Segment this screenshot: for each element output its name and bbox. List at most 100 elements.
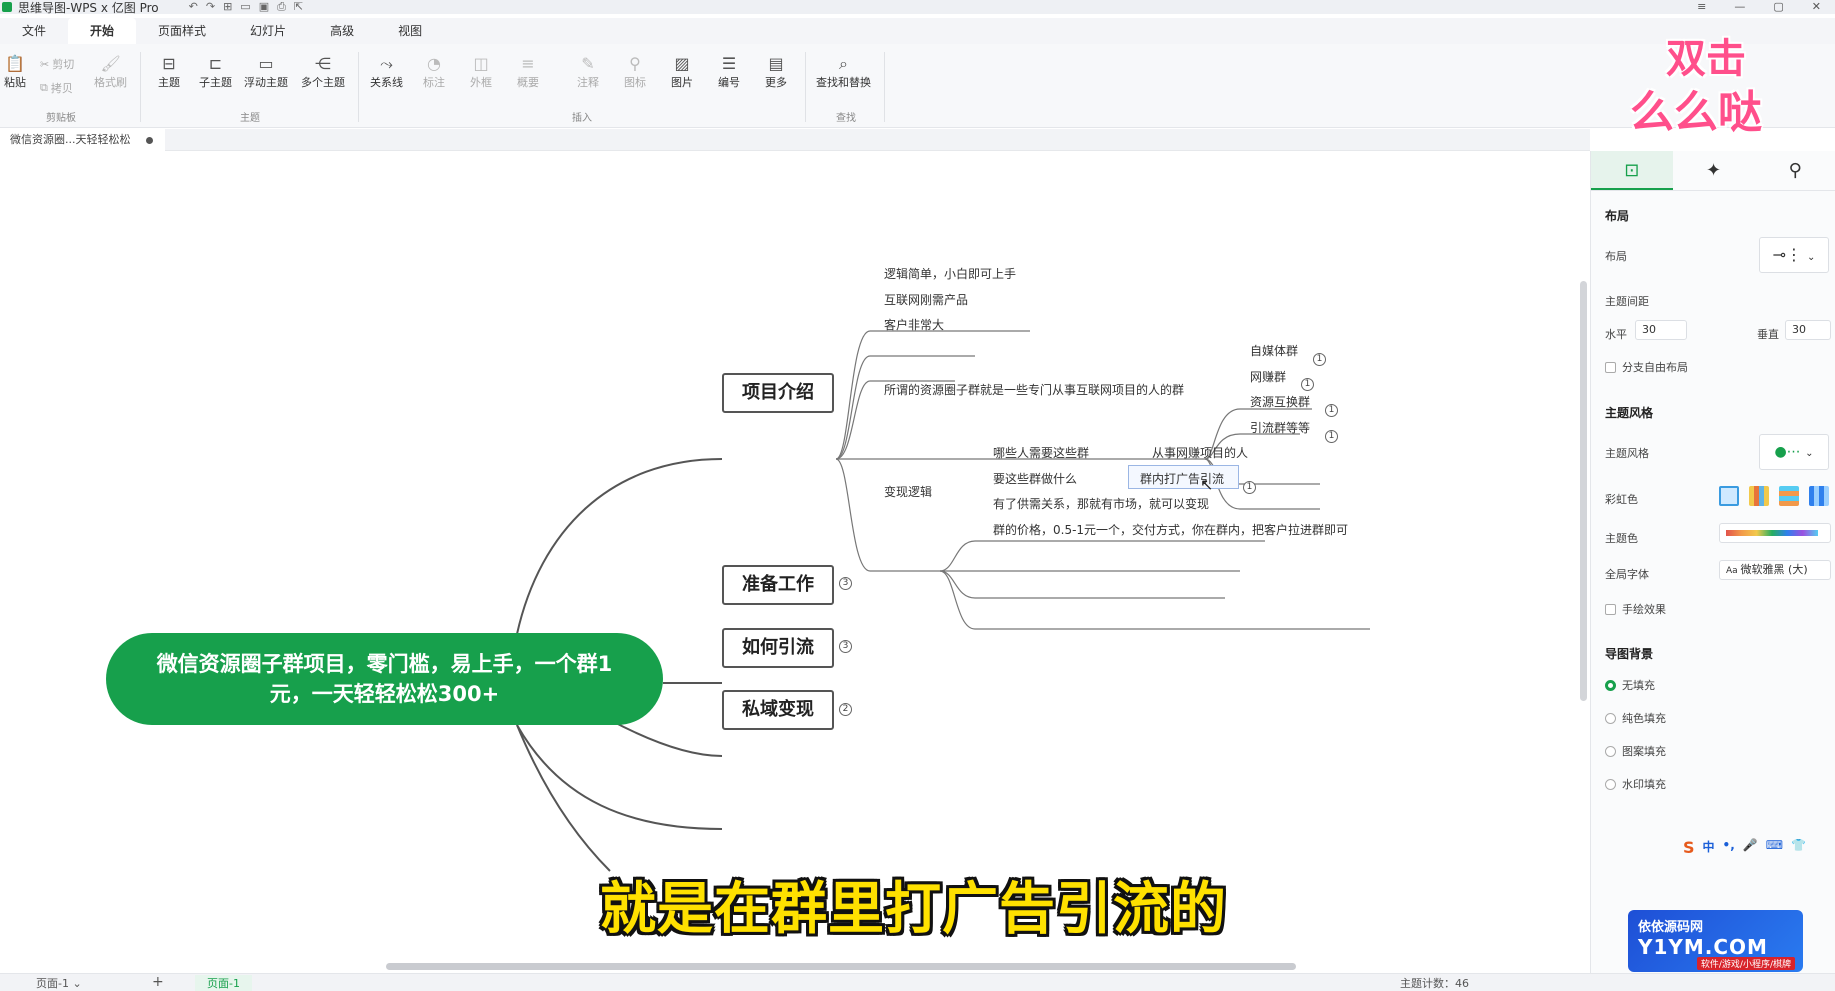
topic-traffic[interactable]: 如何引流: [722, 628, 834, 668]
horizontal-scrollbar[interactable]: [386, 963, 1296, 970]
subtopic-g3[interactable]: 资源互换群: [1250, 393, 1310, 410]
layout-select[interactable]: ⊸⋮ ⌄: [1759, 237, 1829, 273]
tab-slides[interactable]: 幻灯片: [228, 18, 308, 44]
more-button[interactable]: ▤ 更多: [765, 54, 787, 90]
subtopic-c3[interactable]: 客户非常大: [884, 316, 944, 333]
global-font-select[interactable]: Aa 微软雅黑 (大): [1719, 560, 1831, 580]
topic-prep[interactable]: 准备工作: [722, 565, 834, 605]
tab-home[interactable]: 开始: [68, 18, 137, 44]
mark-button[interactable]: ◔ 标注: [423, 54, 445, 90]
collapse-badge-traffic[interactable]: 3: [839, 640, 852, 653]
radio[interactable]: [1605, 712, 1616, 724]
subtopic-c4[interactable]: 所谓的资源圈子群就是一些专门从事互联网项目的人的群: [884, 381, 1184, 398]
open-icon[interactable]: ▭: [240, 0, 250, 14]
collapse-badge-g1[interactable]: 1: [1313, 353, 1326, 366]
cut-button[interactable]: ✂ 剪切: [40, 56, 74, 72]
menu-icon[interactable]: ≡: [1697, 0, 1706, 13]
tab-location-icon[interactable]: ⚲: [1754, 151, 1835, 190]
maximize-icon[interactable]: ▢: [1773, 0, 1783, 13]
subtopic-m1[interactable]: 哪些人需要这些群: [993, 444, 1089, 461]
ime-chinese-toggle[interactable]: 中: [1703, 838, 1715, 857]
print-icon[interactable]: ⎙: [277, 0, 286, 14]
document-tab[interactable]: 微信资源圈...天轻轻松松: [0, 129, 165, 151]
image-button[interactable]: ▨ 图片: [671, 54, 693, 90]
tab-advanced[interactable]: 高级: [308, 18, 376, 44]
relation-line-button[interactable]: ⤳ 关系线: [370, 54, 403, 90]
icon-button[interactable]: ⚲ 图标: [624, 54, 646, 90]
radio[interactable]: [1605, 745, 1616, 757]
central-topic[interactable]: 微信资源圈子群项目，零门槛，易上手，一个群1元，一天轻轻松松300+: [106, 633, 663, 725]
note-button[interactable]: ✎ 注释: [577, 54, 599, 90]
page-select[interactable]: 页面-1 ⌄: [30, 975, 125, 991]
redo-icon[interactable]: ↷: [206, 0, 215, 14]
theme-color-select[interactable]: [1719, 523, 1831, 543]
microphone-icon[interactable]: 🎤: [1743, 838, 1758, 857]
minimize-icon[interactable]: —: [1734, 0, 1745, 13]
new-icon[interactable]: ⊞: [223, 0, 232, 14]
tab-ai-sparkle-icon[interactable]: ✦: [1673, 151, 1755, 190]
skin-icon[interactable]: 👕: [1791, 838, 1806, 857]
bg-none-radio[interactable]: 无填充: [1605, 677, 1655, 693]
numbering-button[interactable]: ☰ 编号: [718, 54, 740, 90]
close-icon[interactable]: ✕: [1812, 0, 1821, 13]
save-icon[interactable]: ▣: [259, 0, 269, 14]
undo-icon[interactable]: ↶: [189, 0, 198, 14]
rainbow-swatch-3[interactable]: [1779, 486, 1799, 506]
tab-file[interactable]: 文件: [0, 18, 68, 44]
hand-drawn-checkbox[interactable]: 手绘效果: [1605, 601, 1666, 617]
topic-private[interactable]: 私域变现: [722, 690, 834, 730]
style-select[interactable]: ●⋯ ⌄: [1759, 434, 1829, 470]
subtopic-g4[interactable]: 引流群等等: [1250, 419, 1310, 436]
bg-watermark-radio[interactable]: 水印填充: [1605, 776, 1666, 792]
keyboard-icon[interactable]: ⌨: [1766, 838, 1783, 857]
tab-view[interactable]: 视图: [376, 18, 444, 44]
collapse-badge-private[interactable]: 2: [839, 703, 852, 716]
collapse-badge-m2a[interactable]: 1: [1243, 481, 1256, 494]
subtopic-c1[interactable]: 逻辑简单，小白即可上手: [884, 265, 1016, 282]
subtopic-m1a[interactable]: 从事网赚项目的人: [1152, 444, 1248, 461]
floating-topic-button[interactable]: ▭ 浮动主题: [244, 54, 288, 90]
copy-button[interactable]: ⧉ 拷贝: [40, 80, 73, 96]
horizontal-spacing-stepper[interactable]: 30: [1635, 320, 1687, 340]
vertical-scrollbar[interactable]: [1580, 281, 1587, 701]
free-layout-checkbox[interactable]: 分支自由布局: [1605, 359, 1688, 375]
paste-button[interactable]: 📋 粘贴: [4, 54, 26, 90]
subtopic-c2[interactable]: 互联网刚需产品: [884, 291, 968, 308]
collapse-badge-g2[interactable]: 1: [1301, 378, 1314, 391]
radio-selected[interactable]: [1605, 679, 1616, 691]
sogou-ime-icon[interactable]: S: [1683, 838, 1695, 857]
rainbow-swatch-4[interactable]: [1809, 486, 1829, 506]
topic-button[interactable]: ⊟ 主题: [158, 54, 180, 90]
bg-pattern-radio[interactable]: 图案填充: [1605, 743, 1666, 759]
collapse-badge-prep[interactable]: 3: [839, 577, 852, 590]
rainbow-swatch-1[interactable]: [1719, 486, 1739, 506]
topic-intro[interactable]: 项目介绍: [722, 373, 834, 413]
subtopic-button[interactable]: ⊏ 子主题: [199, 54, 232, 90]
tab-page-style[interactable]: 页面样式: [136, 18, 228, 44]
multiple-topics-button[interactable]: ⋲ 多个主题: [301, 54, 345, 90]
page-tab[interactable]: 页面-1: [195, 975, 252, 991]
add-page-icon[interactable]: +: [152, 974, 164, 990]
export-icon[interactable]: ⇱: [294, 0, 303, 14]
radio[interactable]: [1605, 778, 1616, 790]
checkbox[interactable]: [1605, 603, 1616, 615]
summary-button[interactable]: ≡ 概要: [517, 54, 539, 90]
subtopic-c5[interactable]: 变现逻辑: [884, 483, 932, 500]
bg-solid-radio[interactable]: 纯色填充: [1605, 710, 1666, 726]
mindmap-canvas[interactable]: 微信资源圈子群项目，零门槛，易上手，一个群1元，一天轻轻松松300+ 项目介绍 …: [0, 151, 1590, 973]
collapse-badge-g4[interactable]: 1: [1325, 430, 1338, 443]
boundary-button[interactable]: ◫ 外框: [470, 54, 492, 90]
find-replace-button[interactable]: ⌕ 查找和替换: [816, 54, 871, 90]
subtopic-m3[interactable]: 有了供需关系，那就有市场，就可以变现: [993, 495, 1209, 512]
format-painter-button[interactable]: 🖌 格式刷: [94, 54, 127, 90]
checkbox[interactable]: [1605, 361, 1616, 373]
subtopic-g2[interactable]: 网赚群: [1250, 368, 1286, 385]
collapse-badge-g3[interactable]: 1: [1325, 404, 1338, 417]
vertical-spacing-stepper[interactable]: 30: [1785, 320, 1831, 340]
subtopic-m4[interactable]: 群的价格，0.5-1元一个，交付方式，你在群内，把客户拉进群即可: [993, 521, 1348, 538]
subtopic-g1[interactable]: 自媒体群: [1250, 342, 1298, 359]
ime-punctuation-toggle[interactable]: •,: [1723, 838, 1735, 857]
subtopic-m2[interactable]: 要这些群做什么: [993, 470, 1077, 487]
rainbow-swatch-2[interactable]: [1749, 486, 1769, 506]
tab-layout-icon[interactable]: ⊡: [1591, 151, 1673, 190]
